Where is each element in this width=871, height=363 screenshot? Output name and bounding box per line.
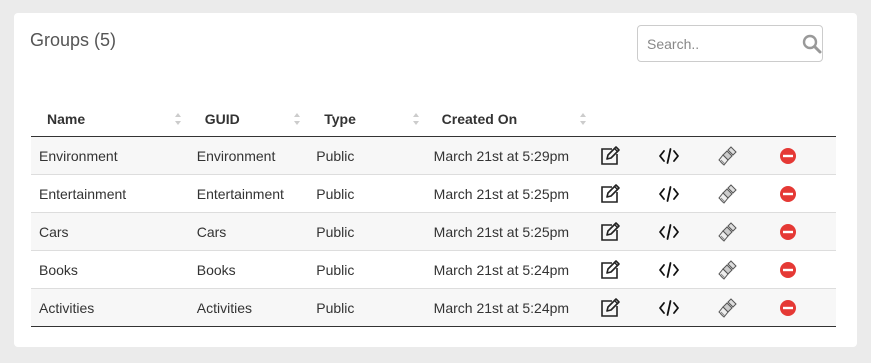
group-created-on: March 21st at 5:25pm [433,174,599,213]
remove-icon[interactable] [777,297,799,319]
group-name: Cars [31,212,197,251]
column-header-blank [717,102,777,137]
group-created-on: March 21st at 5:29pm [433,136,599,175]
search-box[interactable] [637,25,823,62]
page-title: Groups (5) [30,30,117,50]
edit-cell [598,288,659,327]
group-name: Entertainment [31,174,197,213]
code-cell [658,212,718,251]
group-name: Environment [31,136,197,175]
table-row: Environment Environment Public March 21s… [31,136,836,175]
group-type: Public [316,250,434,289]
remove-icon[interactable] [777,145,799,167]
remove-icon[interactable] [777,221,799,243]
brush-icon[interactable] [717,183,739,205]
table-row: Books Books Public March 21st at 5:24pm [31,250,836,289]
groups-panel: Groups (5) Name GUID Type [14,13,857,347]
search-icon[interactable] [802,34,822,54]
sort-icon[interactable] [174,112,182,126]
edit-cell [598,174,659,213]
group-guid: Entertainment [196,174,317,213]
group-type: Public [316,288,434,327]
sort-icon[interactable] [579,112,587,126]
remove-cell [776,174,836,213]
sort-icon[interactable] [412,112,420,126]
column-header-blank [776,102,836,137]
column-header-created-on[interactable]: Created On [433,102,599,137]
search-input[interactable] [647,34,797,54]
edit-cell [598,136,659,175]
code-icon[interactable] [658,259,680,281]
group-created-on: March 21st at 5:25pm [433,212,599,251]
group-type: Public [316,174,434,213]
brush-cell [717,288,777,327]
brush-icon[interactable] [717,297,739,319]
code-cell [658,288,718,327]
group-guid: Cars [196,212,317,251]
code-icon[interactable] [658,297,680,319]
brush-icon[interactable] [717,221,739,243]
sort-icon[interactable] [293,112,301,126]
table-row: Entertainment Entertainment Public March… [31,174,836,213]
brush-icon[interactable] [717,145,739,167]
column-header-blank [658,102,718,137]
column-header-blank [598,102,659,137]
brush-cell [717,250,777,289]
group-name: Activities [31,288,197,327]
code-icon[interactable] [658,145,680,167]
groups-table: Name GUID Type Created On Environment En… [31,102,836,327]
group-name: Books [31,250,197,289]
group-guid: Environment [196,136,317,175]
edit-icon[interactable] [599,221,621,243]
group-guid: Activities [196,288,317,327]
edit-cell [598,250,659,289]
code-cell [658,250,718,289]
remove-icon[interactable] [777,259,799,281]
code-cell [658,136,718,175]
brush-cell [717,136,777,175]
remove-icon[interactable] [777,183,799,205]
group-type: Public [316,136,434,175]
table-body: Environment Environment Public March 21s… [31,136,836,327]
edit-icon[interactable] [599,145,621,167]
remove-cell [776,288,836,327]
brush-icon[interactable] [717,259,739,281]
code-icon[interactable] [658,221,680,243]
group-created-on: March 21st at 5:24pm [433,288,599,327]
remove-cell [776,136,836,175]
group-created-on: March 21st at 5:24pm [433,250,599,289]
brush-cell [717,174,777,213]
remove-cell [776,212,836,251]
table-row: Activities Activities Public March 21st … [31,288,836,327]
column-header-type[interactable]: Type [316,102,434,137]
edit-icon[interactable] [599,297,621,319]
brush-cell [717,212,777,251]
column-header-guid[interactable]: GUID [196,102,317,137]
table-row: Cars Cars Public March 21st at 5:25pm [31,212,836,251]
code-icon[interactable] [658,183,680,205]
column-header-name[interactable]: Name [31,102,197,137]
edit-icon[interactable] [599,259,621,281]
remove-cell [776,250,836,289]
edit-cell [598,212,659,251]
group-guid: Books [196,250,317,289]
group-type: Public [316,212,434,251]
edit-icon[interactable] [599,183,621,205]
table-header-row: Name GUID Type Created On [31,102,836,137]
code-cell [658,174,718,213]
